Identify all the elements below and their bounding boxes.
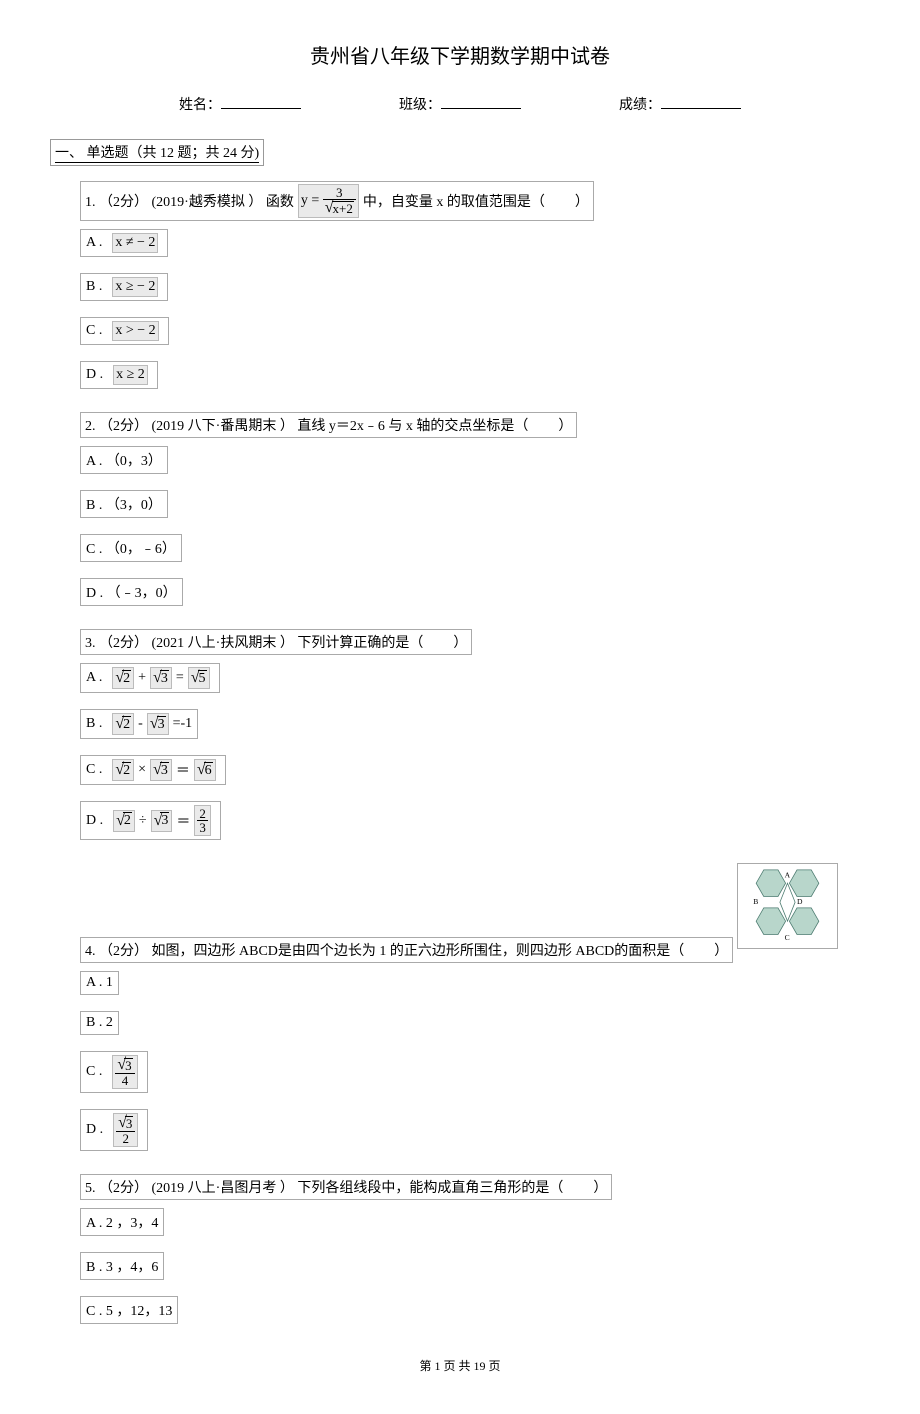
q3-d-div: ÷ <box>139 813 147 829</box>
q2-end: ） <box>558 415 572 435</box>
question-2: 2. （2分） (2019 八下·番禺期末 ） 直线 y＝2x﹣6 与 x 轴的… <box>80 412 870 614</box>
q1-end: ） <box>575 191 589 211</box>
q3-end: ） <box>453 632 467 652</box>
q3-c-times: × <box>138 762 146 778</box>
q3-option-b[interactable]: B . √2 - √3 =-1 <box>80 709 198 739</box>
q4-option-a[interactable]: A . 1 <box>80 971 119 995</box>
q4-option-c[interactable]: C . √34 <box>80 1051 148 1093</box>
q4-d-label: D . <box>86 1122 103 1138</box>
class-label: 班级： <box>399 94 441 114</box>
score-field: 成绩： <box>619 94 741 114</box>
q2-option-a[interactable]: A . （0，3） <box>80 446 168 474</box>
q3-d-s2: √3 <box>151 810 173 832</box>
score-blank[interactable] <box>661 94 741 109</box>
q1-c-label: C . <box>86 323 102 339</box>
section-1-header: 一、 单选题（共 12 题；共 24 分) <box>50 139 264 166</box>
fig-label-d: D <box>797 897 803 906</box>
q1-text: 1. （2分） (2019·越秀模拟 ） 函数 y = 3√x+2 中，自变量 … <box>80 181 594 221</box>
q3-d-label: D . <box>86 813 103 829</box>
q3-d-s1: √2 <box>113 810 135 832</box>
q3-a-eq: = <box>176 670 184 686</box>
q3-a-label: A . <box>86 670 102 686</box>
fig-label-c: C <box>784 933 789 942</box>
q5-text: 5. （2分） (2019 八上·昌图月考 ） 下列各组线段中，能构成直角三角形… <box>80 1174 612 1200</box>
hexagon-figure: A B D C <box>737 863 838 949</box>
name-field: 姓名： <box>179 94 301 114</box>
q1-prefix: 1. （2分） (2019·越秀模拟 ） 函数 <box>85 191 294 211</box>
question-1: 1. （2分） (2019·越秀模拟 ） 函数 y = 3√x+2 中，自变量 … <box>80 181 870 397</box>
q3-c-label: C . <box>86 762 102 778</box>
q5-option-a[interactable]: A . 2 ，3，4 <box>80 1208 164 1236</box>
q3-d-eq: ＝ <box>176 811 190 831</box>
q1-formula: y = 3√x+2 <box>298 184 359 218</box>
fig-label-a: A <box>784 871 790 880</box>
score-label: 成绩： <box>619 94 661 114</box>
q3-a-s3: √5 <box>188 667 210 689</box>
class-blank[interactable] <box>441 94 521 109</box>
q1-option-c[interactable]: C . x > − 2 <box>80 317 169 345</box>
q1-a-label: A . <box>86 235 102 251</box>
q1-b-expr: x ≥ − 2 <box>112 277 158 297</box>
section-1-title: 一、 单选题（共 12 题；共 24 分) <box>55 142 259 163</box>
q1-option-b[interactable]: B . x ≥ − 2 <box>80 273 168 301</box>
q1-option-d[interactable]: D . x ≥ 2 <box>80 361 158 389</box>
q2-body: 2. （2分） (2019 八下·番禺期末 ） 直线 y＝2x﹣6 与 x 轴的… <box>85 415 528 435</box>
q1-option-a[interactable]: A . x ≠ − 2 <box>80 229 168 257</box>
q3-b-label: B . <box>86 716 102 732</box>
question-4: 4. （2分） 如图，四边形 ABCD是由四个边长为 1 的正六边形所围住，则四… <box>80 863 870 1159</box>
q3-option-d[interactable]: D . √2 ÷ √3 ＝ 23 <box>80 801 221 840</box>
q3-b-eq: =-1 <box>173 716 193 732</box>
q4-option-d[interactable]: D . √32 <box>80 1109 148 1151</box>
q4-option-b[interactable]: B . 2 <box>80 1011 119 1035</box>
q4-body: 4. （2分） 如图，四边形 ABCD是由四个边长为 1 的正六边形所围住，则四… <box>85 940 684 960</box>
q1-d-expr: x ≥ 2 <box>113 365 148 385</box>
q3-a-s2: √3 <box>150 667 172 689</box>
info-row: 姓名： 班级： 成绩： <box>50 94 870 114</box>
q1-b-label: B . <box>86 279 102 295</box>
q3-b-s2: √3 <box>147 713 169 735</box>
q1-c-expr: x > − 2 <box>112 321 158 341</box>
q3-c-eq: ＝ <box>176 760 190 780</box>
q3-a-s1: √2 <box>112 667 134 689</box>
q2-text: 2. （2分） (2019 八下·番禺期末 ） 直线 y＝2x﹣6 与 x 轴的… <box>80 412 577 438</box>
fig-label-b: B <box>753 897 758 906</box>
q4-end: ） <box>714 940 728 960</box>
q4-d-frac: √32 <box>113 1113 138 1147</box>
q2-option-b[interactable]: B . （3，0） <box>80 490 168 518</box>
q5-option-c[interactable]: C . 5 ，12，13 <box>80 1296 178 1324</box>
q3-option-a[interactable]: A . √2 + √3 = √5 <box>80 663 220 693</box>
q3-b-s1: √2 <box>112 713 134 735</box>
q3-body: 3. （2分） (2021 八上·扶风期末 ） 下列计算正确的是（ <box>85 632 423 652</box>
q1-d-label: D . <box>86 367 103 383</box>
q1-a-expr: x ≠ − 2 <box>112 233 158 253</box>
q3-c-s1: √2 <box>112 759 134 781</box>
q5-option-b[interactable]: B . 3 ，4，6 <box>80 1252 164 1280</box>
q2-option-c[interactable]: C . （0，﹣6） <box>80 534 182 562</box>
q5-body: 5. （2分） (2019 八上·昌图月考 ） 下列各组线段中，能构成直角三角形… <box>85 1177 563 1197</box>
page-footer: 第 1 页 共 19 页 <box>50 1357 870 1374</box>
q3-a-plus: + <box>138 670 146 686</box>
q4-c-frac: √34 <box>112 1055 137 1089</box>
q3-d-frac: 23 <box>194 805 211 836</box>
q1-suffix: 中，自变量 x 的取值范围是（ <box>363 191 545 211</box>
q4-text: 4. （2分） 如图，四边形 ABCD是由四个边长为 1 的正六边形所围住，则四… <box>80 937 733 963</box>
q3-c-s2: √3 <box>150 759 172 781</box>
page-title: 贵州省八年级下学期数学期中试卷 <box>50 40 870 69</box>
q3-option-c[interactable]: C . √2 × √3 ＝ √6 <box>80 755 226 785</box>
q3-text: 3. （2分） (2021 八上·扶风期末 ） 下列计算正确的是（ ） <box>80 629 472 655</box>
q4-c-label: C . <box>86 1064 102 1080</box>
name-blank[interactable] <box>221 94 301 109</box>
q2-option-d[interactable]: D . （﹣3，0） <box>80 578 183 606</box>
name-label: 姓名： <box>179 94 221 114</box>
q3-c-s3: √6 <box>194 759 216 781</box>
question-5: 5. （2分） (2019 八上·昌图月考 ） 下列各组线段中，能构成直角三角形… <box>80 1174 870 1332</box>
class-field: 班级： <box>399 94 521 114</box>
question-3: 3. （2分） (2021 八上·扶风期末 ） 下列计算正确的是（ ） A . … <box>80 629 870 848</box>
q5-end: ） <box>593 1177 607 1197</box>
q3-b-minus: - <box>138 716 143 732</box>
